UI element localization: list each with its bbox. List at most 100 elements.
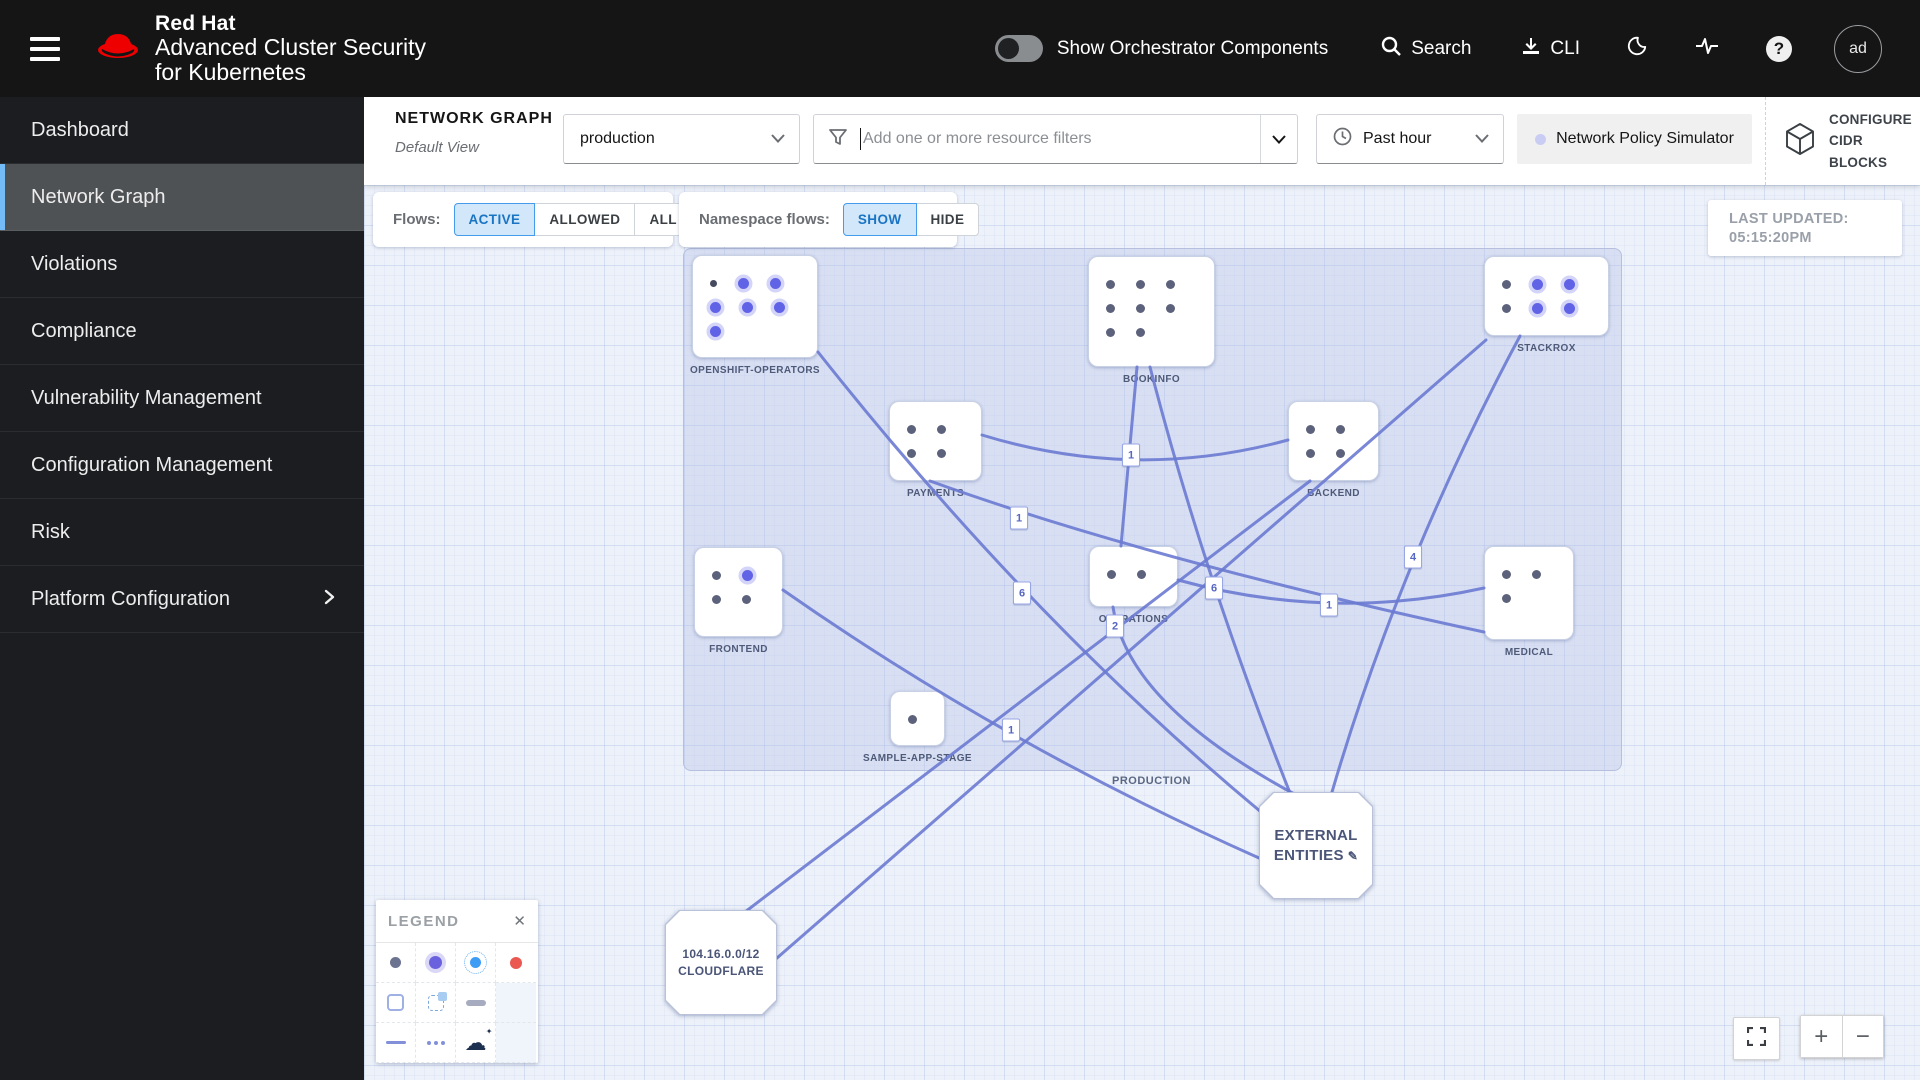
flows-active-button[interactable]: ACTIVE (453, 203, 536, 236)
zoom-in-button[interactable]: + (1800, 1015, 1843, 1058)
namespace-flows-hide-button[interactable]: HIDE (915, 203, 980, 236)
deployment-dot[interactable] (1532, 278, 1543, 290)
namespace-label-stackrox: STACKROX (1517, 343, 1576, 354)
namespace-node-backend[interactable] (1288, 401, 1379, 481)
search-icon (1380, 35, 1402, 63)
filter-dropdown-button[interactable] (1260, 115, 1297, 163)
namespace-node-openshift-operators[interactable] (692, 255, 818, 358)
deployment-dot[interactable] (742, 301, 753, 313)
deployment-dot[interactable] (1336, 448, 1345, 458)
zoom-out-button[interactable]: − (1842, 1015, 1884, 1058)
namespace-node-bookinfo[interactable] (1088, 256, 1215, 367)
namespace-node-payments[interactable] (889, 401, 982, 481)
deployment-dot[interactable] (937, 448, 946, 458)
flows-allowed-button[interactable]: ALLOWED (534, 203, 636, 236)
deployment-dot[interactable] (1564, 278, 1575, 290)
deployment-dot[interactable] (712, 570, 721, 580)
help-button[interactable]: ? (1766, 35, 1792, 62)
deployment-dot-row (907, 417, 967, 441)
sidebar-item-dashboard[interactable]: Dashboard (0, 97, 364, 164)
cli-download-button[interactable]: CLI (1521, 36, 1580, 62)
deployment-dot[interactable] (742, 569, 753, 581)
namespace-node-stackrox[interactable] (1484, 256, 1609, 336)
legend-item-square-outline (376, 983, 416, 1023)
deployment-dot[interactable] (1502, 279, 1511, 289)
edge-count-badge[interactable]: 1 (1002, 718, 1020, 742)
deployment-dot[interactable] (774, 301, 785, 313)
namespace-flows-label: Namespace flows: (699, 211, 830, 228)
edge-count-badge[interactable]: 1 (1010, 506, 1028, 530)
deployment-dot[interactable] (1136, 279, 1145, 289)
brand: Red Hat Advanced Cluster Security for Ku… (94, 12, 426, 86)
orchestrator-components-toggle[interactable] (994, 35, 1043, 62)
deployment-dot[interactable] (907, 424, 916, 434)
deployment-dot[interactable] (742, 594, 751, 604)
sidebar-item-compliance[interactable]: Compliance (0, 298, 364, 365)
namespace-flows-show-button[interactable]: SHOW (842, 203, 917, 236)
deployment-dot[interactable] (1137, 569, 1146, 579)
deployment-dot[interactable] (937, 424, 946, 434)
sidebar-item-violations[interactable]: Violations (0, 231, 364, 298)
namespace-label-sample-app-stage: SAMPLE-APP-STAGE (863, 753, 972, 764)
namespace-node-frontend[interactable] (694, 547, 783, 637)
edge-count-badge[interactable]: 4 (1404, 545, 1422, 569)
external-node-cloudflare[interactable]: 104.16.0.0/12 CLOUDFLARE (665, 910, 777, 1015)
deployment-dot[interactable] (1502, 569, 1511, 579)
deployment-dot[interactable] (1166, 279, 1175, 289)
deployment-dot[interactable] (908, 714, 917, 724)
nav-toggle-hamburger-icon[interactable] (30, 36, 60, 61)
user-avatar[interactable]: ad (1834, 24, 1882, 73)
fit-to-screen-button[interactable] (1733, 1017, 1780, 1060)
system-health-button[interactable] (1694, 35, 1720, 63)
pencil-edit-icon[interactable]: ✎ (1348, 849, 1358, 863)
deployment-dot[interactable] (1136, 303, 1145, 313)
sidebar-item-risk[interactable]: Risk (0, 499, 364, 566)
deployment-dot[interactable] (1532, 569, 1541, 579)
deployment-dot[interactable] (712, 594, 721, 604)
deployment-dot[interactable] (1106, 327, 1115, 337)
time-window-select[interactable]: Past hour (1316, 114, 1504, 164)
sidebar-item-configuration-management[interactable]: Configuration Management (0, 432, 364, 499)
namespace-node-medical[interactable] (1484, 546, 1574, 640)
close-icon[interactable]: ✕ (513, 912, 526, 930)
deployment-dot[interactable] (710, 325, 721, 337)
deployment-dot[interactable] (1166, 303, 1175, 313)
deployment-dot[interactable] (710, 279, 717, 287)
external-node-external-entities[interactable]: EXTERNAL ENTITIES ✎ (1259, 792, 1373, 899)
deployment-dot[interactable] (907, 448, 916, 458)
deployment-dot[interactable] (1306, 424, 1315, 434)
deployment-dot[interactable] (1502, 593, 1511, 603)
deployment-dot[interactable] (1336, 424, 1345, 434)
external-node-border: EXTERNAL ENTITIES ✎ (1259, 792, 1373, 899)
edge-count-badge[interactable]: 1 (1122, 443, 1140, 467)
network-policy-simulator-button[interactable]: Network Policy Simulator (1517, 114, 1752, 164)
resource-filter-input[interactable] (863, 119, 1260, 159)
theme-toggle-button[interactable] (1626, 35, 1648, 63)
edge-count-badge[interactable]: 1 (1320, 593, 1338, 617)
deployment-dot[interactable] (1306, 448, 1315, 458)
deployment-dot[interactable] (738, 277, 749, 289)
deployment-dot[interactable] (770, 277, 781, 289)
deployment-dot[interactable] (1136, 327, 1145, 337)
deployment-dot[interactable] (1107, 569, 1116, 579)
deployment-dot[interactable] (1564, 302, 1575, 314)
deployment-dot-row (1306, 417, 1364, 441)
edge-count-badge[interactable]: 6 (1205, 576, 1223, 600)
cluster-select[interactable]: production (563, 114, 800, 164)
namespace-node-sample-app-stage[interactable] (890, 691, 945, 746)
deployment-dot[interactable] (710, 301, 721, 313)
configure-cidr-blocks-button[interactable]: CONFIGURE CIDR BLOCKS (1784, 97, 1920, 185)
sidebar-item-label: Violations (31, 252, 118, 275)
deployment-dot[interactable] (1502, 303, 1511, 313)
sidebar-item-network-graph[interactable]: Network Graph (0, 164, 364, 231)
edge-count-badge[interactable]: 6 (1013, 581, 1031, 605)
namespace-node-operations[interactable] (1089, 546, 1178, 607)
deployment-dot[interactable] (1106, 303, 1115, 313)
sidebar-item-platform-configuration[interactable]: Platform Configuration (0, 566, 364, 633)
search-button[interactable]: Search (1380, 35, 1471, 63)
deployment-dot[interactable] (1532, 302, 1543, 314)
avatar-initials: ad (1849, 39, 1867, 57)
deployment-dot[interactable] (1106, 279, 1115, 289)
edge-count-badge[interactable]: 2 (1106, 614, 1124, 638)
sidebar-item-vulnerability-management[interactable]: Vulnerability Management (0, 365, 364, 432)
